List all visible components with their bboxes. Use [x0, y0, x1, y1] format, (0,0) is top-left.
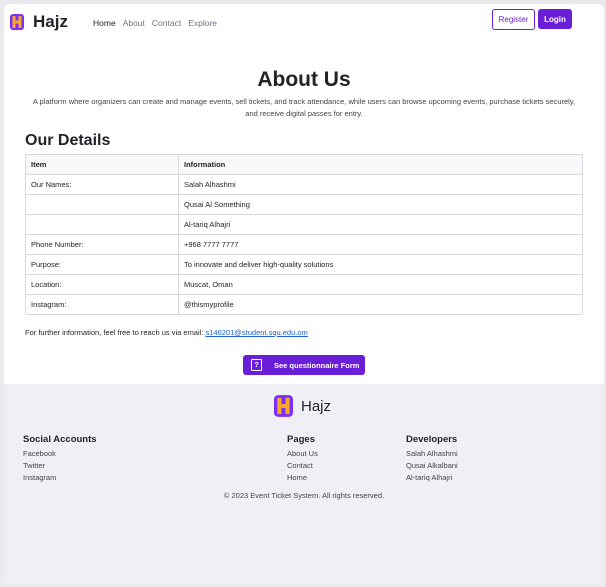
page-title: About Us: [257, 68, 351, 91]
table-row: Instagram: @thismyprofile: [25, 294, 583, 315]
nav-links: Home About Contact Explore: [93, 18, 217, 28]
contact-line: For further information, feel free to re…: [25, 328, 308, 337]
developer-name: Salah Alhashmi: [406, 449, 458, 458]
table-cell: Qusai Al Something: [178, 194, 583, 215]
footer-link-facebook[interactable]: Facebook: [23, 448, 97, 460]
hajz-logo-icon: [274, 395, 293, 417]
table-header-information: Information: [178, 154, 583, 175]
contact-email-link[interactable]: s146201@student.squ.edu.om: [206, 328, 308, 337]
table-row: Al-tariq Alhajri: [25, 214, 583, 235]
nav-link-about[interactable]: About: [123, 18, 145, 28]
table-cell: +968 7777 7777: [178, 234, 583, 255]
table-cell: Instagram:: [25, 294, 179, 315]
footer-link-instagram[interactable]: Instagram: [23, 472, 97, 484]
footer-link-contact[interactable]: Contact: [287, 460, 318, 472]
questionnaire-form-label: See questionnaire Form: [274, 360, 360, 370]
developer-name: Al-tariq Alhajri: [406, 473, 453, 482]
register-button[interactable]: Register: [492, 9, 535, 30]
table-cell: Purpose:: [25, 254, 179, 275]
table-cell: Al-tariq Alhajri: [178, 214, 583, 235]
contact-text: For further information, feel free to re…: [25, 328, 206, 337]
footer-pages-column: Pages About Us Contact Home: [287, 434, 318, 484]
nav-link-explore[interactable]: Explore: [188, 18, 217, 28]
brand[interactable]: Hajz: [10, 12, 68, 32]
table-header-row: Item Information: [25, 154, 583, 175]
footer-link-about-us[interactable]: About Us: [287, 448, 318, 460]
developer-name: Qusai Alkalbani: [406, 461, 458, 470]
table-row: Our Names: Salah Alhashmi: [25, 174, 583, 195]
footer-developers-title: Developers: [406, 434, 458, 445]
questionnaire-form-button[interactable]: ? See questionnaire Form: [243, 355, 365, 375]
table-cell: Phone Number:: [25, 234, 179, 255]
login-button[interactable]: Login: [538, 9, 572, 29]
footer-link-home[interactable]: Home: [287, 472, 318, 484]
details-table: Item Information Our Names: Salah Alhash…: [25, 154, 583, 315]
table-cell: Salah Alhashmi: [178, 174, 583, 195]
table-cell: Muscat, Oman: [178, 274, 583, 295]
footer-brand: Hajz: [274, 395, 331, 417]
copyright: © 2023 Event Ticket System. All rights r…: [223, 491, 385, 500]
table-row: Qusai Al Something: [25, 194, 583, 215]
table-cell: @thismyprofile: [178, 294, 583, 315]
footer-social-title: Social Accounts: [23, 434, 97, 445]
page: Hajz Home About Contact Explore Register…: [4, 4, 604, 584]
footer-developers-column: Developers Salah Alhashmi Qusai Alkalban…: [406, 434, 458, 484]
footer-link-twitter[interactable]: Twitter: [23, 460, 97, 472]
footer: Hajz Social Accounts Facebook Twitter In…: [4, 384, 604, 584]
hajz-logo-icon: [10, 14, 24, 30]
table-row: Phone Number: +968 7777 7777: [25, 234, 583, 255]
question-icon: ?: [251, 359, 262, 371]
table-cell: Location:: [25, 274, 179, 295]
navbar: Hajz Home About Contact Explore Register…: [4, 4, 604, 42]
table-cell: Our Names:: [25, 174, 179, 195]
table-cell: [25, 214, 179, 235]
about-description: A platform where organizers can create a…: [32, 97, 576, 118]
table-cell: To innovate and deliver high-quality sol…: [178, 254, 583, 275]
table-row: Purpose: To innovate and deliver high-qu…: [25, 254, 583, 275]
footer-brand-name: Hajz: [301, 397, 332, 415]
table-header-item: Item: [25, 154, 179, 175]
brand-name: Hajz: [33, 12, 68, 31]
footer-social-column: Social Accounts Facebook Twitter Instagr…: [23, 434, 97, 484]
nav-link-contact[interactable]: Contact: [152, 18, 181, 28]
table-cell: [25, 194, 179, 215]
details-title: Our Details: [25, 132, 111, 149]
nav-link-home[interactable]: Home: [93, 18, 116, 28]
table-row: Location: Muscat, Oman: [25, 274, 583, 295]
footer-pages-title: Pages: [287, 434, 315, 445]
